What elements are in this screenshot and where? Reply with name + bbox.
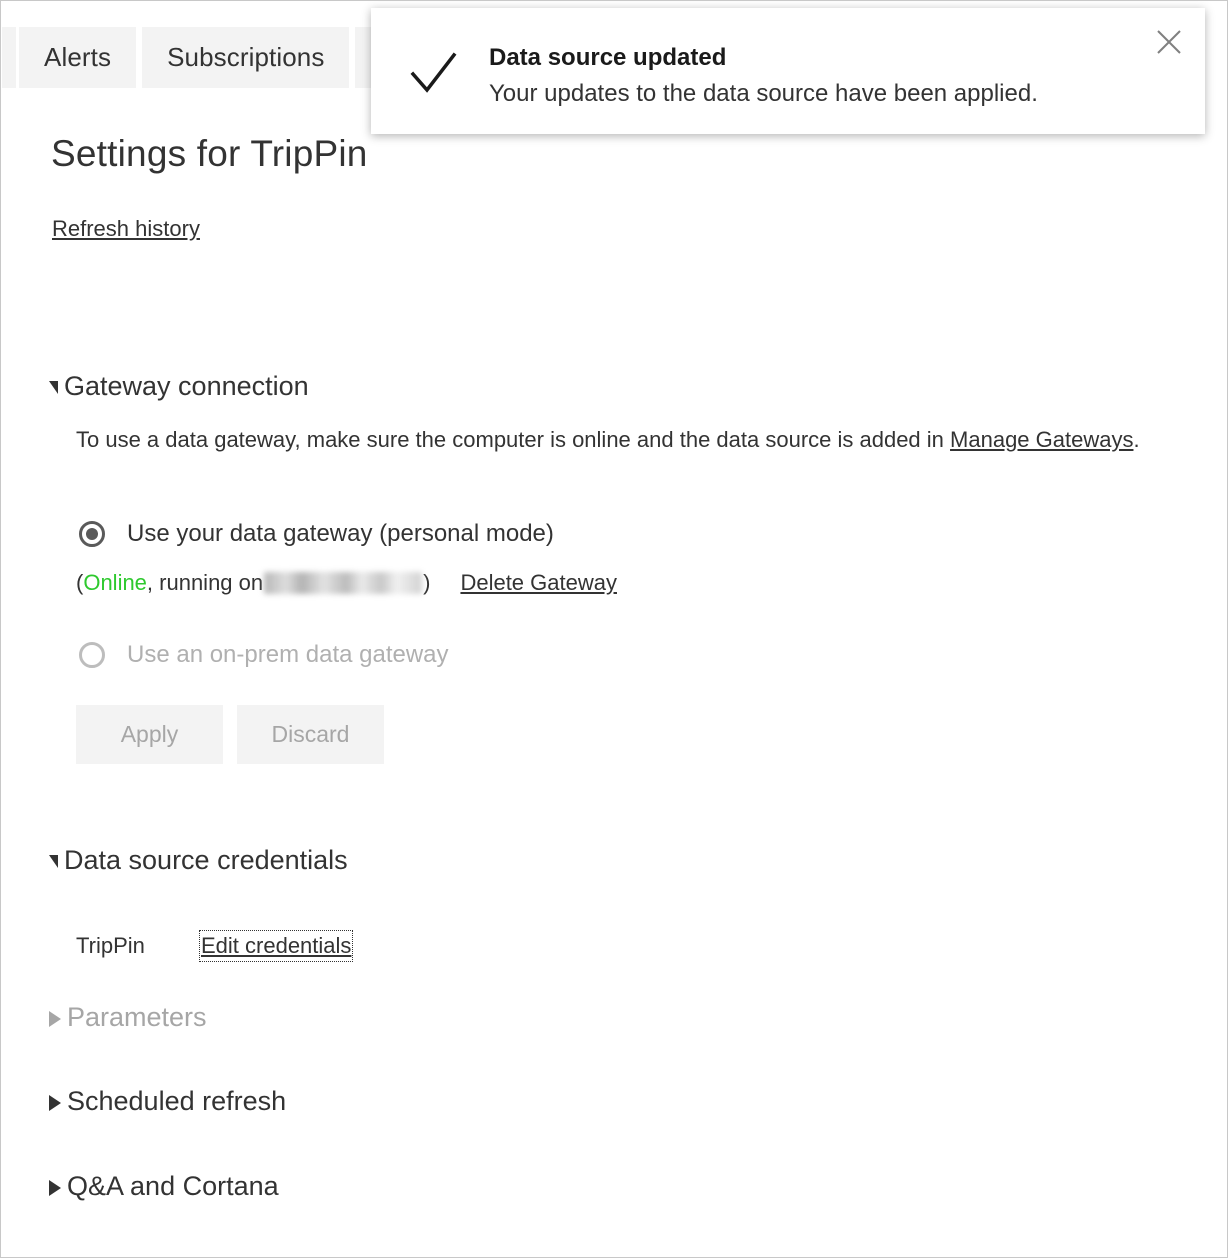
- settings-page: Alerts Subscriptions D Settings for Trip…: [0, 0, 1228, 1258]
- radio-personal-gateway-label: Use your data gateway (personal mode): [127, 520, 554, 547]
- tab-bar-leading-gap: [2, 27, 16, 88]
- notification-title: Data source updated: [489, 44, 727, 71]
- redacted-hostname: [264, 572, 423, 594]
- gateway-description-text-after: .: [1133, 427, 1140, 452]
- notification-toast: Data source updated Your updates to the …: [371, 8, 1205, 134]
- radio-selected-dot: [86, 528, 98, 540]
- gateway-button-row: Apply Discard: [76, 705, 398, 764]
- triangle-expanded-icon: [49, 381, 58, 394]
- radio-option-personal-gateway[interactable]: Use your data gateway (personal mode): [79, 520, 554, 548]
- section-header-scheduled-refresh-label: Scheduled refresh: [67, 1086, 287, 1116]
- section-header-scheduled-refresh[interactable]: Scheduled refresh: [49, 1086, 286, 1117]
- tab-subscriptions-label: Subscriptions: [167, 42, 325, 72]
- notification-message: Your updates to the data source have bee…: [489, 80, 1038, 107]
- triangle-collapsed-icon: [49, 1179, 61, 1196]
- gateway-status-running-on-text: , running on: [146, 570, 264, 595]
- gateway-status-line: (Online, running on ) Delete Gateway: [76, 570, 617, 596]
- gateway-status-open-paren: (: [76, 570, 84, 595]
- radio-onprem-gateway-control: [79, 642, 105, 668]
- radio-onprem-gateway-label: Use an on-prem data gateway: [127, 641, 449, 668]
- apply-button[interactable]: Apply: [76, 705, 223, 764]
- refresh-history-link[interactable]: Refresh history: [52, 216, 200, 242]
- section-header-qna-and-cortana-label: Q&A and Cortana: [67, 1171, 279, 1201]
- section-header-data-source-credentials-label: Data source credentials: [64, 845, 348, 875]
- gateway-description-text-before: To use a data gateway, make sure the com…: [76, 427, 951, 452]
- gateway-status-online-text: Online: [83, 570, 147, 595]
- section-header-parameters-label: Parameters: [67, 1002, 207, 1032]
- credentials-row: TripPin Edit credentials: [76, 930, 354, 962]
- manage-gateways-link[interactable]: Manage Gateways: [950, 427, 1133, 452]
- page-title: Settings for TripPin: [51, 133, 368, 174]
- section-header-gateway-connection-label: Gateway connection: [64, 371, 309, 401]
- triangle-expanded-icon: [49, 855, 58, 868]
- discard-button[interactable]: Discard: [237, 705, 384, 764]
- close-icon[interactable]: [1151, 24, 1187, 60]
- section-header-parameters: Parameters: [49, 1002, 207, 1033]
- edit-credentials-link[interactable]: Edit credentials: [198, 930, 354, 962]
- checkmark-icon: [410, 52, 457, 93]
- tab-subscriptions[interactable]: Subscriptions: [139, 27, 353, 88]
- triangle-collapsed-icon: [49, 1094, 61, 1111]
- gateway-description: To use a data gateway, make sure the com…: [76, 423, 1196, 456]
- credentials-datasource-name: TripPin: [76, 933, 145, 958]
- section-header-data-source-credentials[interactable]: Data source credentials: [49, 845, 348, 876]
- tab-alerts-label: Alerts: [44, 42, 112, 72]
- section-header-qna-and-cortana[interactable]: Q&A and Cortana: [49, 1171, 279, 1202]
- section-header-gateway-connection[interactable]: Gateway connection: [49, 371, 309, 402]
- delete-gateway-link[interactable]: Delete Gateway: [460, 570, 617, 596]
- radio-personal-gateway-control[interactable]: [79, 521, 105, 547]
- triangle-collapsed-icon: [49, 1010, 61, 1027]
- radio-option-onprem-gateway: Use an on-prem data gateway: [79, 641, 449, 669]
- tab-alerts[interactable]: Alerts: [16, 27, 140, 88]
- gateway-status-close-paren: ): [423, 570, 431, 595]
